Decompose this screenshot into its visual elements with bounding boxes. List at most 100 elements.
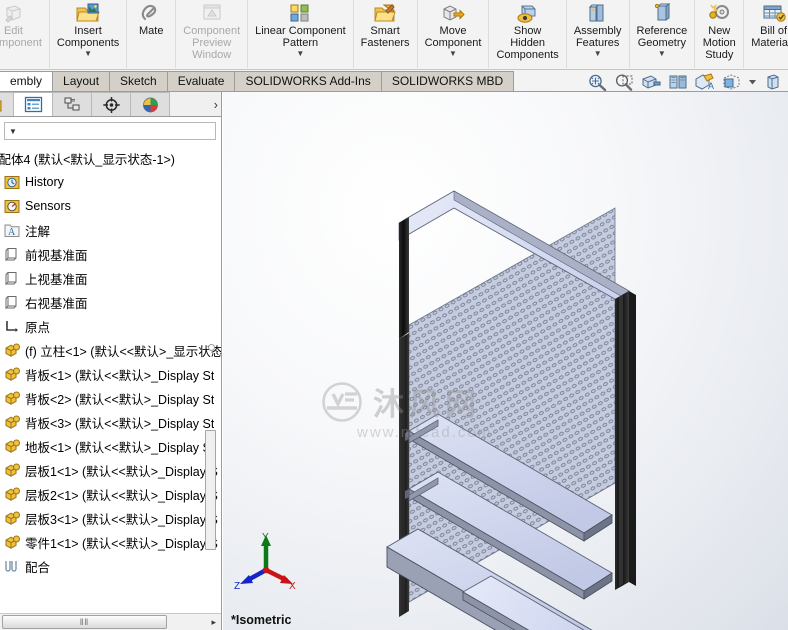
display-style-icon[interactable]: A	[694, 73, 716, 92]
feature-manager-panel: › ▼ 装配体4 (默认<默认_显示状态-1>) History Sensors…	[0, 92, 222, 630]
zoom-to-area-icon[interactable]	[613, 73, 635, 92]
tab-evaluate[interactable]: Evaluate	[166, 71, 236, 91]
triad-x-label: X	[289, 581, 296, 592]
tree-item-label: 层板3<1> (默认<<默认>_Display S	[25, 512, 218, 527]
linear-component-pattern-icon	[287, 2, 313, 24]
move-component-icon	[441, 2, 465, 24]
tab-solidworks-add-ins[interactable]: SOLIDWORKS Add-Ins	[234, 71, 382, 91]
reference-geometry-button[interactable]: Reference Geometry ▼	[634, 1, 691, 58]
tree-root-item[interactable]: 装配体4 (默认<默认_显示状态-1>)	[0, 146, 221, 170]
ribbon-group-insert: Insert Components ▼	[50, 0, 128, 68]
assembly-model-3d[interactable]	[223, 92, 788, 630]
manager-tabs-chevron-icon[interactable]: ›	[214, 97, 218, 116]
move-component-label: Move Component	[424, 25, 482, 49]
tree-horizontal-scroll-thumb[interactable]: ‖‖	[2, 615, 167, 629]
tree-item-top-plane[interactable]: 上视基准面	[0, 266, 221, 290]
frame-post-right[interactable]	[615, 291, 636, 590]
move-component-caret-icon[interactable]: ▼	[449, 50, 457, 58]
view-triad: Y X Z	[231, 530, 301, 592]
component-icon	[2, 511, 22, 526]
ribbon-group-assembly-features: Assembly Features ▼	[567, 0, 630, 68]
mate-button[interactable]: Mate	[131, 1, 171, 37]
bill-of-materials-label: Bill of Materials	[751, 25, 788, 49]
ribbon-group-motion-study: New Motion Study	[695, 0, 745, 68]
scroll-right-arrow-icon[interactable]: ▸	[211, 617, 216, 628]
edit-component-button[interactable]: Edit Component	[0, 1, 45, 49]
frame-post-front-left[interactable]	[399, 217, 409, 339]
ribbon-group-mate: Mate	[127, 0, 177, 68]
bill-of-materials-icon	[761, 2, 787, 24]
component-icon	[2, 391, 22, 406]
new-motion-study-button[interactable]: New Motion Study	[699, 1, 739, 61]
tab-layout[interactable]: Layout	[52, 71, 111, 91]
ribbon-group-component-preview: Component Preview Window	[176, 0, 249, 68]
ribbon-group-pattern: Linear Component Pattern ▼	[248, 0, 354, 68]
smart-fasteners-button[interactable]: Smart Fasteners	[358, 1, 413, 49]
tree-item-right-plane[interactable]: 右视基准面	[0, 290, 221, 314]
feature-manager-design-tree-tab[interactable]	[0, 92, 14, 116]
svg-text:A: A	[8, 227, 16, 238]
zoom-to-fit-icon[interactable]	[586, 73, 608, 92]
tree-item-component-diban[interactable]: 地板<1> (默认<<默认>_Display St	[0, 434, 221, 458]
assembly-features-caret-icon[interactable]: ▼	[594, 50, 602, 58]
show-hidden-components-button[interactable]: Show Hidden Components	[493, 1, 561, 61]
tab-solidworks-mbd[interactable]: SOLIDWORKS MBD	[380, 71, 515, 91]
tree-vertical-scroll-thumb[interactable]	[205, 430, 216, 550]
configuration-manager-tab[interactable]	[52, 92, 92, 116]
tree-item-history[interactable]: History	[0, 170, 221, 194]
reference-geometry-caret-icon[interactable]: ▼	[658, 50, 666, 58]
tree-scroll-marker-icon	[208, 344, 215, 351]
tab-sketch[interactable]: Sketch	[109, 71, 168, 91]
tree-item-annotations[interactable]: A 注解	[0, 218, 221, 242]
tree-item-component-cengban-3[interactable]: 层板3<1> (默认<<默认>_Display S	[0, 506, 221, 530]
tree-item-front-plane[interactable]: 前视基准面	[0, 242, 221, 266]
sensors-icon	[2, 199, 22, 214]
tab-assembly[interactable]: embly	[0, 71, 54, 91]
linear-component-pattern-button[interactable]: Linear Component Pattern ▼	[252, 1, 349, 58]
manager-tab-bar: ›	[0, 92, 221, 117]
insert-components-label: Insert Components	[56, 25, 120, 49]
ribbon-group-show-hidden: Show Hidden Components	[489, 0, 567, 68]
tree-item-component-beiban-1[interactable]: 背板<1> (默认<<默认>_Display St	[0, 362, 221, 386]
tree-item-sensors[interactable]: Sensors	[0, 194, 221, 218]
dimxpert-manager-tab[interactable]	[91, 92, 131, 116]
tree-horizontal-scrollbar[interactable]: ‖‖ ▸	[0, 613, 221, 630]
display-manager-tab[interactable]	[130, 92, 170, 116]
plane-icon	[2, 247, 22, 262]
tree-vertical-scrollbar[interactable]	[205, 146, 216, 606]
apply-scene-icon[interactable]	[721, 73, 743, 92]
ribbon-group-edit: Edit Component	[0, 0, 50, 68]
view-orientation-icon[interactable]	[667, 73, 689, 92]
svg-text:A: A	[708, 81, 714, 91]
assembly-features-button[interactable]: Assembly Features ▼	[571, 1, 625, 58]
insert-components-caret-icon[interactable]: ▼	[84, 50, 92, 58]
property-manager-tab[interactable]	[13, 92, 53, 116]
tree-item-origin[interactable]: 原点	[0, 314, 221, 338]
tree-item-component-beiban-2[interactable]: 背板<2> (默认<<默认>_Display St	[0, 386, 221, 410]
component-preview-window-label: Component Preview Window	[183, 25, 241, 61]
insert-components-button[interactable]: Insert Components ▼	[54, 1, 122, 58]
tree-item-label: 地板<1> (默认<<默认>_Display St	[25, 440, 215, 455]
component-preview-window-button[interactable]: Component Preview Window	[180, 1, 243, 61]
graphics-area[interactable]: 沐风网 www.mfcad.com Y X Z *Isometric	[223, 92, 788, 630]
tree-item-component-beiban-3[interactable]: 背板<3> (默认<<默认>_Display St	[0, 410, 221, 434]
component-icon	[2, 343, 22, 358]
tree-item-component-cengban-1[interactable]: 层板1<1> (默认<<默认>_Display S	[0, 458, 221, 482]
linear-component-pattern-caret-icon[interactable]: ▼	[296, 50, 304, 58]
tree-item-component-lingjian-1[interactable]: 零件1<1> (默认<<默认>_Display S	[0, 530, 221, 554]
section-view-icon[interactable]	[640, 73, 662, 92]
ribbon-toolbar: Edit Component Insert Components ▼	[0, 0, 788, 70]
view-settings-icon[interactable]	[762, 73, 784, 92]
tree-filter-input[interactable]: ▼	[4, 122, 216, 140]
component-icon	[2, 535, 22, 550]
scene-caret-icon[interactable]	[748, 73, 757, 92]
tree-item-component-cengban-2[interactable]: 层板2<1> (默认<<默认>_Display S	[0, 482, 221, 506]
tree-item-label: 注解	[25, 224, 51, 239]
triad-z-label: Z	[234, 581, 240, 592]
tree-item-mates[interactable]: 配合	[0, 554, 221, 578]
bill-of-materials-button[interactable]: Bill of Materials	[748, 1, 788, 49]
tree-item-component-lizhu[interactable]: (f) 立柱<1> (默认<<默认>_显示状态	[0, 338, 221, 362]
move-component-button[interactable]: Move Component ▼	[422, 1, 485, 58]
tree-item-label: 前视基准面	[25, 248, 88, 263]
triad-y-label: Y	[262, 532, 269, 543]
